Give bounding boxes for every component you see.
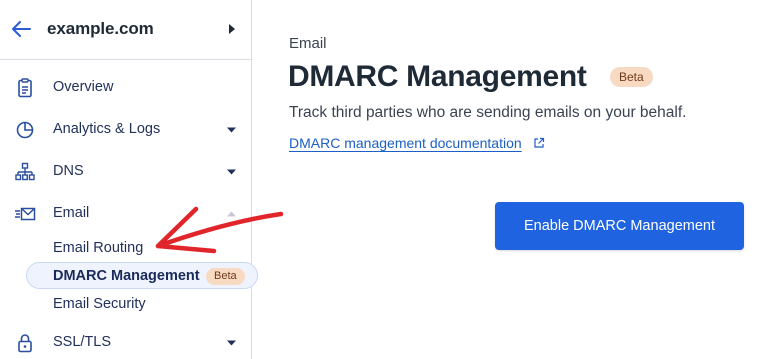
account-name[interactable]: example.com xyxy=(47,19,154,39)
sidebar-item-ssl-tls[interactable]: SSL/TLS xyxy=(0,325,251,359)
back-button[interactable] xyxy=(10,19,32,39)
sidebar-item-label: SSL/TLS xyxy=(53,334,112,350)
sidebar-item-email[interactable]: Email xyxy=(0,196,251,232)
external-link-icon[interactable] xyxy=(533,137,545,149)
sidebar-item-overview[interactable]: Overview xyxy=(0,70,251,106)
sidebar-subitem-dmarc-management[interactable]: DMARC Management Beta xyxy=(26,262,258,289)
beta-badge: Beta xyxy=(206,268,245,285)
section-label: Email xyxy=(289,35,327,52)
documentation-link[interactable]: DMARC management documentation xyxy=(289,135,522,151)
chevron-down-icon xyxy=(227,169,236,175)
sidebar: example.com Overview Analytics & Logs DN… xyxy=(0,0,258,359)
account-switcher[interactable] xyxy=(227,22,237,36)
chevron-down-icon xyxy=(227,340,236,346)
sidebar-item-dns[interactable]: DNS xyxy=(0,154,251,190)
page-description: Track third parties who are sending emai… xyxy=(289,104,687,121)
network-icon xyxy=(15,162,35,181)
page-title: DMARC Management xyxy=(288,60,587,93)
caret-right-icon xyxy=(229,24,235,34)
sidebar-item-label: Overview xyxy=(53,79,114,95)
beta-badge: Beta xyxy=(610,67,653,87)
sidebar-item-label: DNS xyxy=(53,163,84,179)
account-header: example.com xyxy=(0,0,251,60)
lock-icon xyxy=(18,334,32,353)
chevron-up-icon xyxy=(227,211,236,217)
enable-dmarc-button[interactable]: Enable DMARC Management xyxy=(495,202,744,250)
arrow-left-icon xyxy=(12,21,31,37)
envelope-icon xyxy=(15,207,36,221)
sidebar-item-label: Email xyxy=(53,205,90,221)
clipboard-icon xyxy=(18,78,32,98)
sidebar-item-analytics[interactable]: Analytics & Logs xyxy=(0,112,251,148)
chevron-down-icon xyxy=(227,127,236,133)
sidebar-subitem-email-routing[interactable]: Email Routing xyxy=(53,240,143,256)
sidebar-subitem-email-security[interactable]: Email Security xyxy=(53,296,146,312)
sidebar-subitem-label: DMARC Management xyxy=(53,268,200,284)
main-content: Email DMARC Management Beta Track third … xyxy=(252,0,768,359)
app-window: example.com Overview Analytics & Logs DN… xyxy=(0,0,768,359)
sidebar-item-label: Analytics & Logs xyxy=(53,121,161,137)
pie-chart-icon xyxy=(16,121,34,139)
